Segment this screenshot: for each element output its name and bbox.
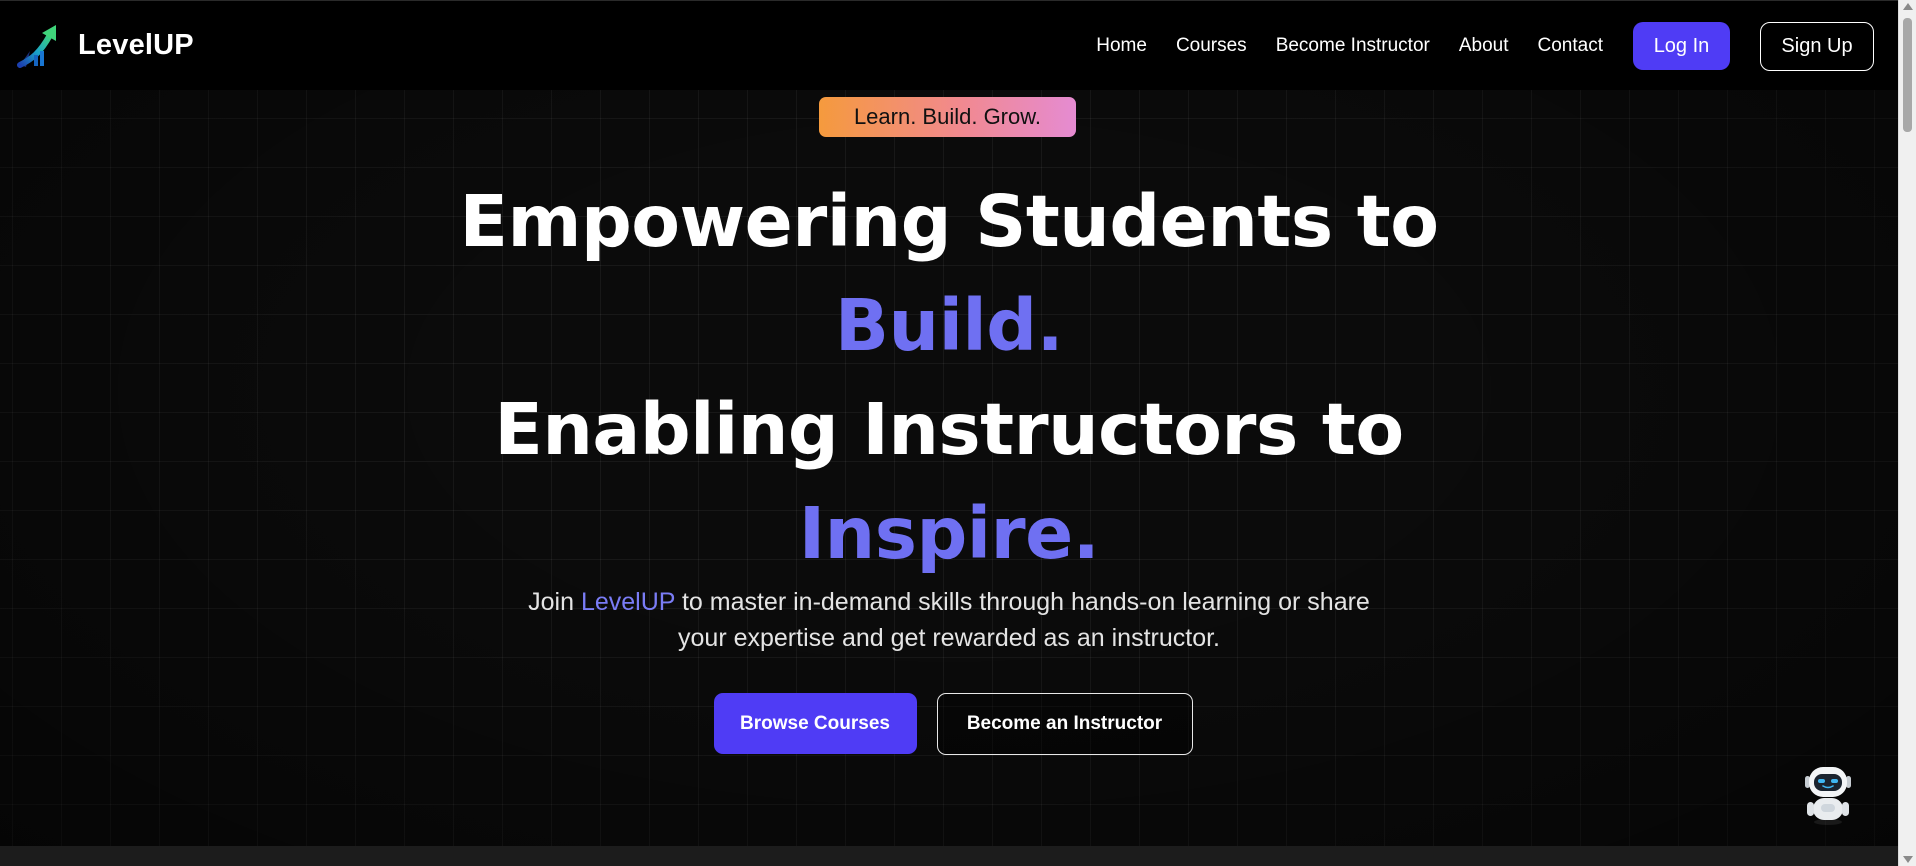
scroll-up-arrow-icon[interactable]: [1903, 3, 1913, 10]
next-section-edge: [0, 846, 1898, 866]
hero-subtitle: Join LevelUP to master in-demand skills …: [0, 584, 1898, 656]
nav-link-about[interactable]: About: [1459, 35, 1509, 57]
growth-arrow-icon: [17, 25, 56, 68]
signup-button[interactable]: Sign Up: [1760, 21, 1874, 71]
page-scrollbar[interactable]: [1898, 0, 1916, 866]
nav-link-contact[interactable]: Contact: [1538, 35, 1603, 57]
browse-courses-button[interactable]: Browse Courses: [713, 693, 917, 754]
nav-link-become-instructor[interactable]: Become Instructor: [1276, 35, 1430, 57]
headline-line-instructors: Enabling Instructors to: [494, 388, 1404, 471]
subtitle-line-1-rest: to master in-demand skills through hands…: [675, 588, 1370, 616]
brand-logo[interactable]: LevelUP: [16, 21, 194, 69]
scroll-thumb[interactable]: [1903, 18, 1912, 132]
nav-link-courses[interactable]: Courses: [1176, 35, 1247, 57]
robot-assistant-icon[interactable]: [1801, 764, 1855, 826]
login-button[interactable]: Log In: [1633, 22, 1730, 70]
headline-accent-inspire: Inspire.: [798, 492, 1100, 575]
headline-line-students: Empowering Students to: [459, 180, 1439, 263]
become-instructor-button[interactable]: Become an Instructor: [936, 693, 1193, 755]
page-background: LevelUP Home Courses Become Instructor A…: [0, 0, 1898, 866]
nav-link-home[interactable]: Home: [1096, 35, 1147, 57]
subtitle-line-2: your expertise and get rewarded as an in…: [678, 624, 1220, 652]
brand-name: LevelUP: [78, 28, 194, 61]
scroll-down-arrow-icon[interactable]: [1903, 856, 1913, 863]
subtitle-prefix: Join: [528, 588, 581, 616]
hero-cta-group: Browse Courses Become an Instructor: [0, 693, 1898, 755]
subtitle-brand: LevelUP: [580, 588, 676, 616]
subtitle-line-1: Join LevelUP to master in-demand skills …: [0, 584, 1898, 620]
headline-accent-build: Build.: [834, 284, 1064, 367]
nav-menu: Home Courses Become Instructor About Con…: [1096, 1, 1874, 91]
top-navbar: LevelUP Home Courses Become Instructor A…: [0, 0, 1898, 90]
hero-headline: Empowering Students to Build. Enabling I…: [0, 170, 1898, 586]
tagline-badge: Learn. Build. Grow.: [819, 97, 1076, 137]
